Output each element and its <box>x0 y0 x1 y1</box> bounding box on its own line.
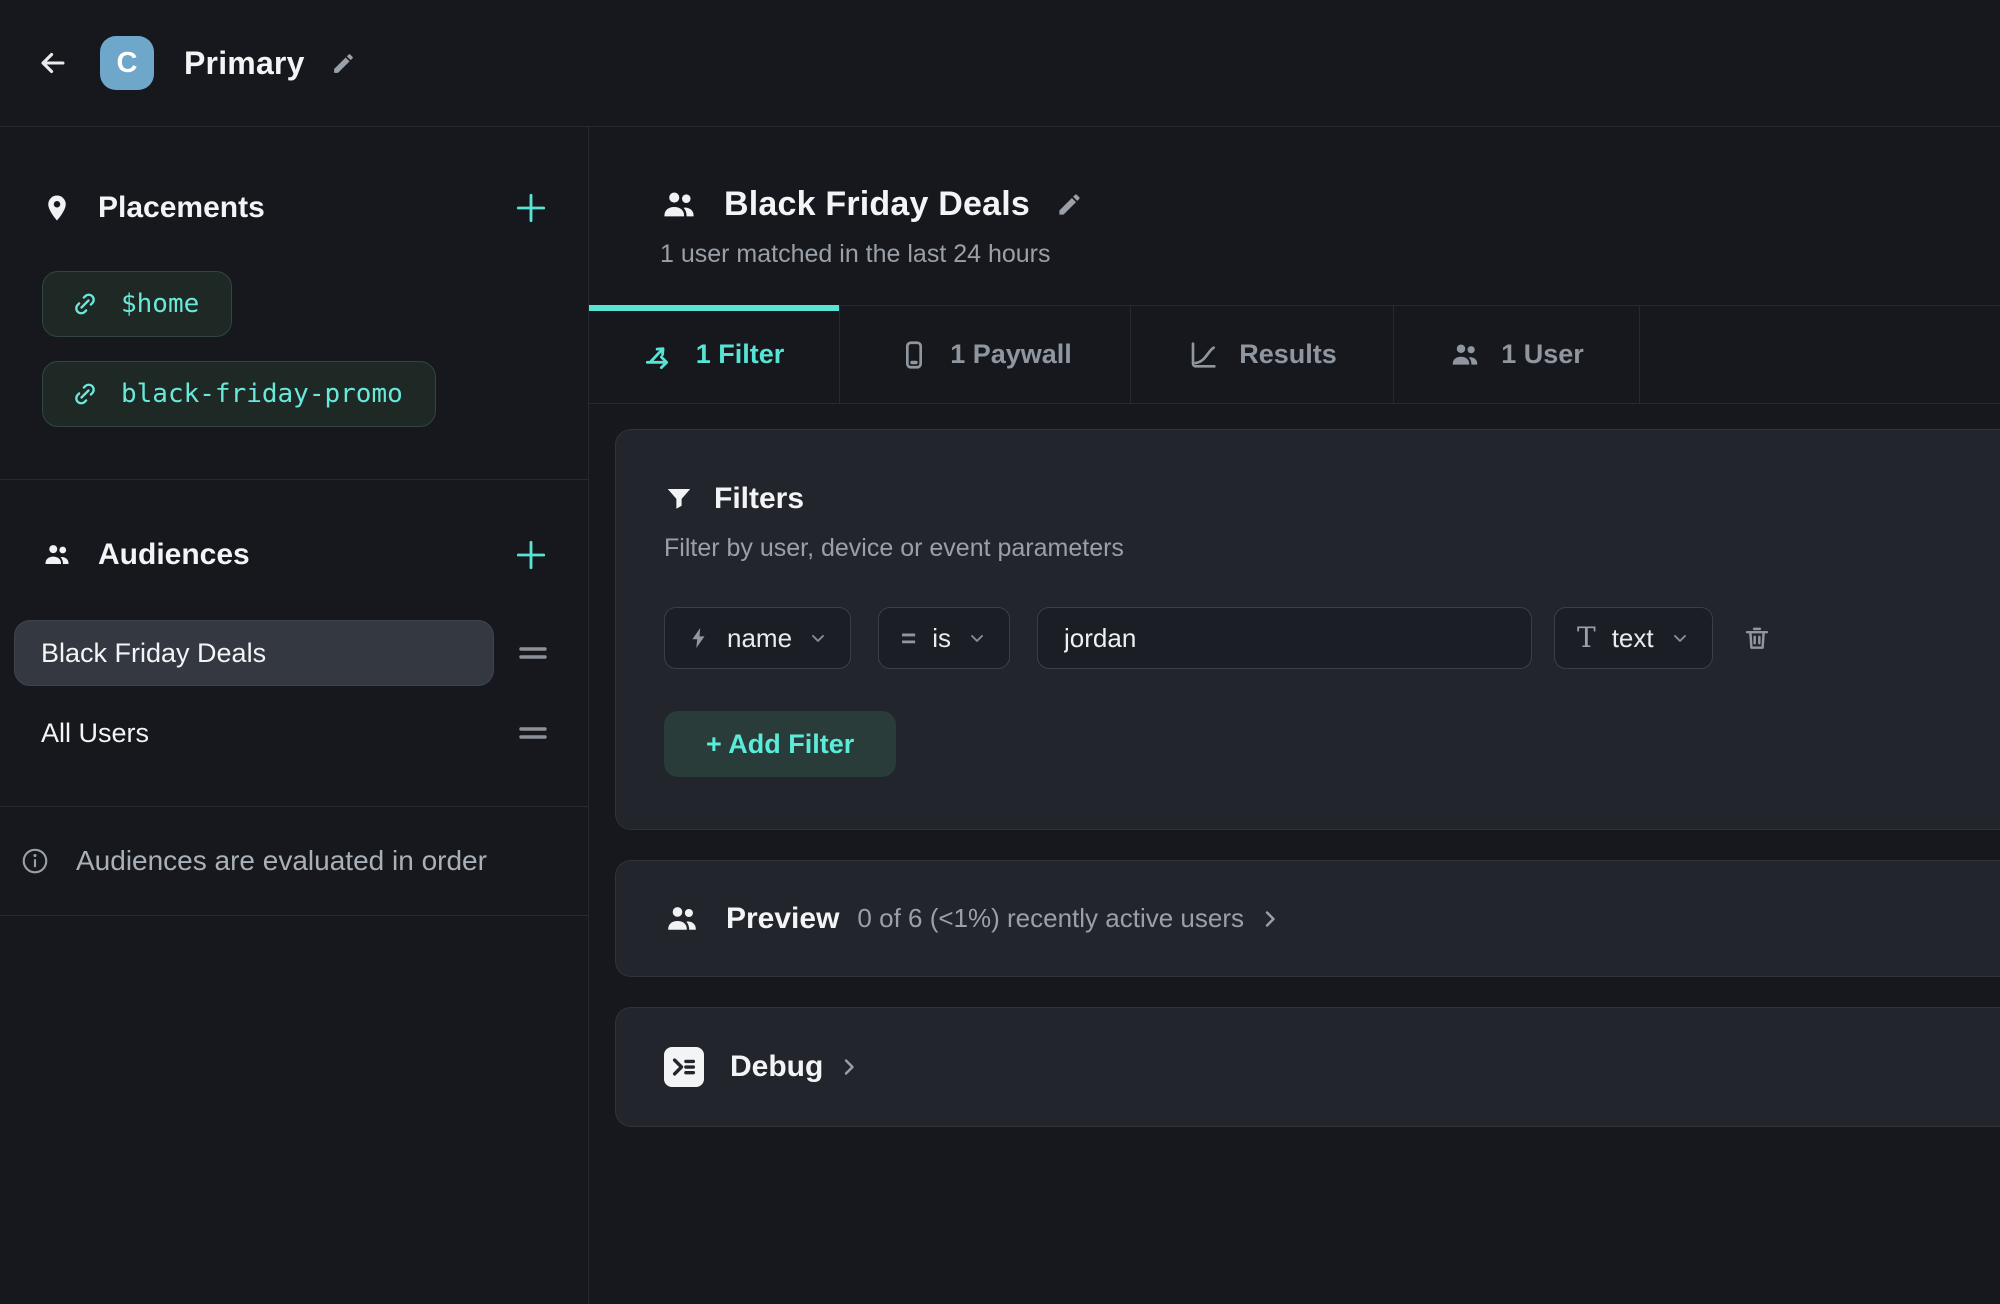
chevron-down-icon <box>967 628 987 648</box>
users-icon <box>664 901 700 937</box>
equals-icon: = <box>901 625 916 651</box>
tab-user[interactable]: 1 User <box>1394 306 1640 403</box>
delete-filter-button[interactable] <box>1743 624 1771 652</box>
tab-label: Results <box>1239 339 1337 370</box>
chevron-right-icon <box>837 1055 861 1079</box>
type-icon: T <box>1577 624 1596 652</box>
filters-card: Filters Filter by user, device or event … <box>615 429 2000 830</box>
preview-card[interactable]: Preview 0 of 6 (<1%) recently active use… <box>615 860 2000 977</box>
audiences-note: Audiences are evaluated in order <box>0 807 588 915</box>
chevron-down-icon <box>808 628 828 648</box>
placement-chip-black-friday-promo[interactable]: black-friday-promo <box>42 361 436 427</box>
audience-item-black-friday-deals[interactable]: Black Friday Deals <box>14 620 494 686</box>
preview-title: Preview <box>726 902 839 936</box>
tab-results[interactable]: Results <box>1131 306 1394 403</box>
tab-filter[interactable]: 1 Filter <box>589 306 840 403</box>
back-button[interactable] <box>36 46 70 80</box>
operator-value: is <box>932 623 951 654</box>
chevron-down-icon <box>1670 628 1690 648</box>
pencil-icon <box>1056 191 1083 218</box>
map-pin-icon <box>42 193 72 223</box>
drag-handle-icon[interactable] <box>518 724 548 742</box>
field-dropdown[interactable]: name <box>664 607 851 669</box>
users-icon <box>1449 339 1481 371</box>
preview-summary: 0 of 6 (<1%) recently active users <box>857 903 1244 934</box>
funnel-icon <box>664 484 694 514</box>
project-title: Primary <box>184 45 305 82</box>
drag-handle-icon[interactable] <box>518 644 548 662</box>
tab-bar: 1 Filter 1 Paywall Results <box>589 305 2000 404</box>
app-window: C Primary Placements <box>0 0 2000 1304</box>
project-avatar[interactable]: C <box>100 36 154 90</box>
smartphone-icon <box>898 339 930 371</box>
placements-title: Placements <box>98 191 265 225</box>
tab-paywall[interactable]: 1 Paywall <box>840 306 1131 403</box>
edit-audience-name-button[interactable] <box>1056 191 1083 218</box>
tab-label: 1 Filter <box>696 339 785 370</box>
audience-label: Black Friday Deals <box>41 638 266 669</box>
audience-row: Black Friday Deals <box>14 620 548 686</box>
bolt-icon <box>687 626 711 650</box>
audience-subtitle: 1 user matched in the last 24 hours <box>660 240 2000 269</box>
audience-title: Black Friday Deals <box>724 185 1030 224</box>
audiences-title: Audiences <box>98 538 250 572</box>
filters-subtitle: Filter by user, device or event paramete… <box>664 534 1952 563</box>
type-value: text <box>1612 623 1654 654</box>
users-icon <box>42 540 72 570</box>
tab-label: 1 Paywall <box>950 339 1072 370</box>
edit-project-name-button[interactable] <box>331 51 356 76</box>
topbar: C Primary <box>0 0 2000 127</box>
sidebar-divider <box>0 915 588 916</box>
note-text: Audiences are evaluated in order <box>76 845 487 877</box>
audience-header: Black Friday Deals 1 user matched in the… <box>589 127 2000 269</box>
arrow-left-icon <box>36 46 70 80</box>
debug-card[interactable]: Debug <box>615 1007 2000 1127</box>
sidebar: Placements $home <box>0 127 589 1304</box>
link-icon <box>71 380 99 408</box>
debug-title: Debug <box>730 1050 823 1084</box>
placement-label: $home <box>121 289 199 319</box>
terminal-icon <box>664 1047 704 1087</box>
placement-label: black-friday-promo <box>121 379 403 409</box>
audience-row: All Users <box>14 702 548 764</box>
split-arrows-icon <box>644 339 676 371</box>
chart-curve-icon <box>1187 339 1219 371</box>
audience-label: All Users <box>41 718 149 749</box>
add-filter-button[interactable]: + Add Filter <box>664 711 896 777</box>
tab-label: 1 User <box>1501 339 1584 370</box>
placements-section: Placements $home <box>0 127 588 479</box>
pencil-icon <box>331 51 356 76</box>
add-placement-button[interactable] <box>512 189 550 227</box>
filter-value-input[interactable] <box>1037 607 1532 669</box>
audiences-section: Audiences Black Friday Deals <box>0 480 588 806</box>
audience-item-all-users[interactable]: All Users <box>14 702 494 764</box>
chevron-right-icon <box>1258 907 1282 931</box>
filters-title: Filters <box>714 482 804 516</box>
add-audience-button[interactable] <box>512 536 550 574</box>
placement-chip-home[interactable]: $home <box>42 271 232 337</box>
users-icon <box>660 186 698 224</box>
info-icon <box>20 846 50 876</box>
operator-dropdown[interactable]: = is <box>878 607 1010 669</box>
trash-icon <box>1743 624 1771 652</box>
filter-row: name = is <box>664 607 1952 669</box>
main-panel: Black Friday Deals 1 user matched in the… <box>589 127 2000 1304</box>
type-dropdown[interactable]: T text <box>1554 607 1713 669</box>
field-value: name <box>727 623 792 654</box>
link-icon <box>71 290 99 318</box>
